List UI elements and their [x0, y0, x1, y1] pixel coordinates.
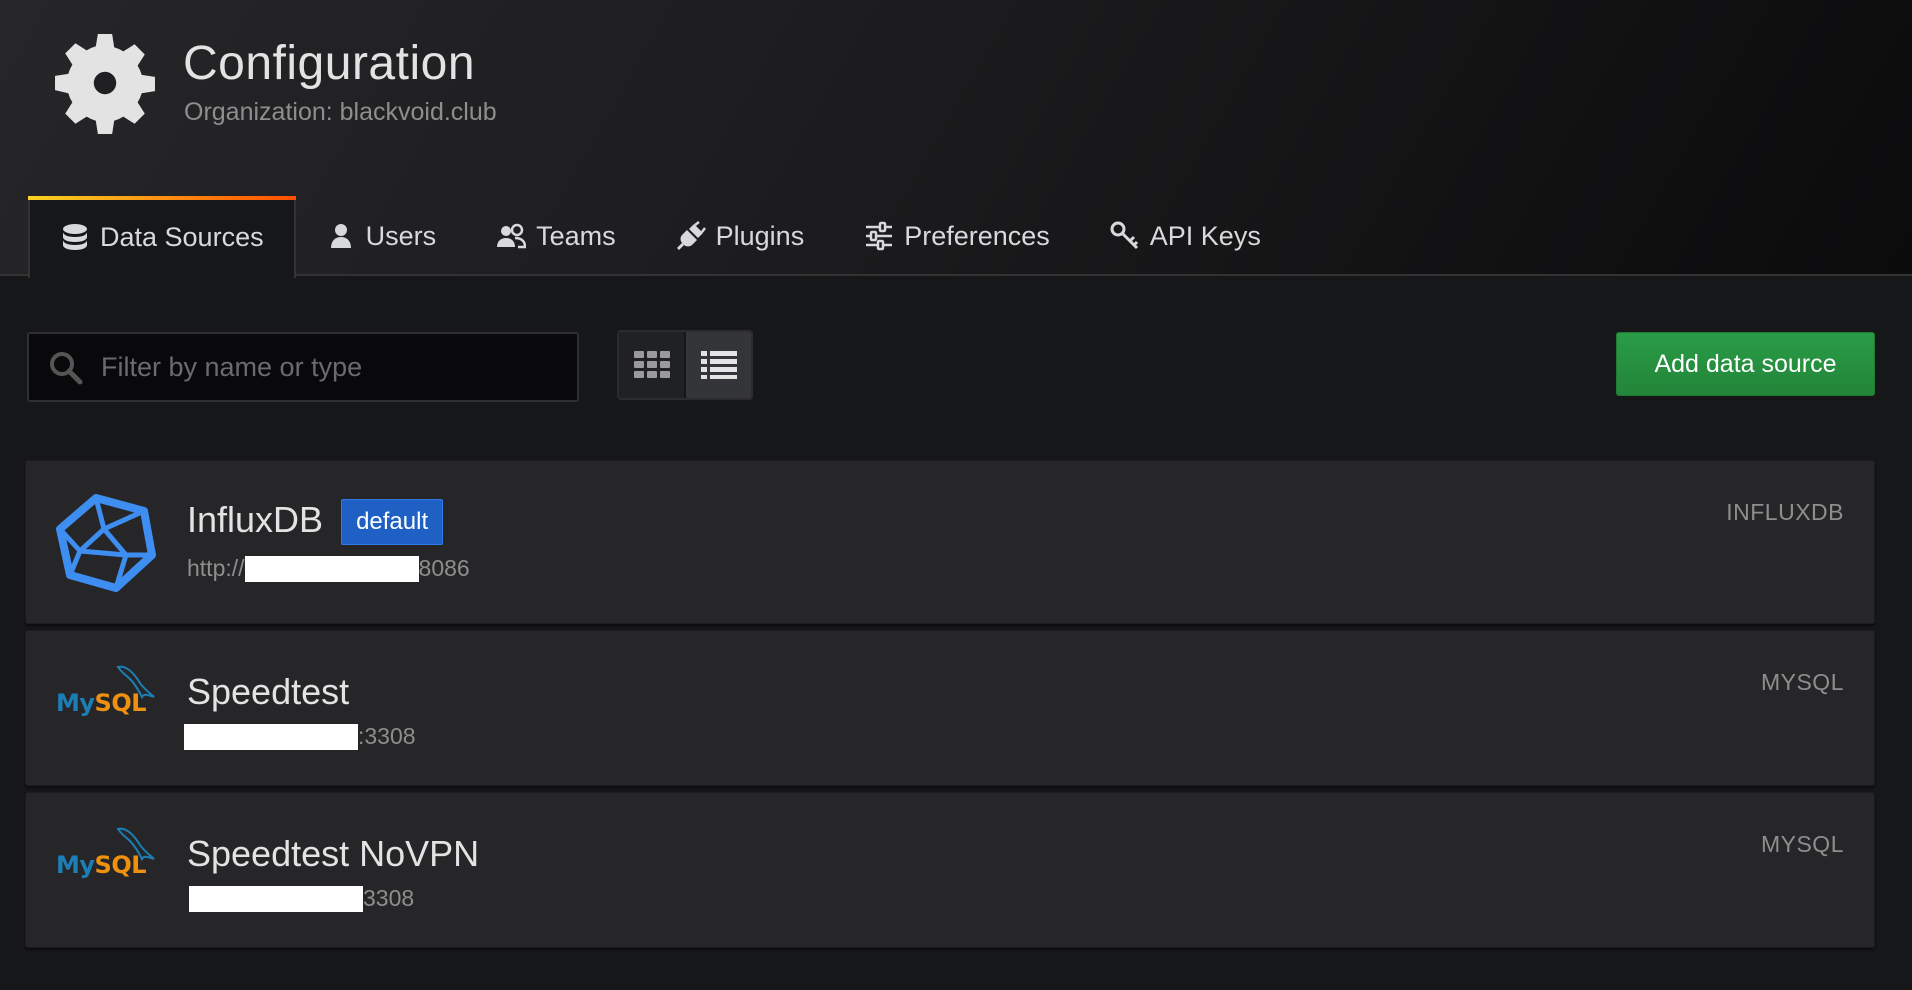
tab-label: API Keys: [1149, 220, 1261, 251]
datasource-type: INFLUXDB: [1726, 499, 1844, 525]
mysql-logo-icon: MySQL: [56, 663, 156, 723]
default-badge: default: [341, 499, 444, 546]
list-icon: [700, 351, 737, 379]
tab-users[interactable]: Users: [296, 196, 467, 276]
tab-data-sources[interactable]: Data Sources: [28, 196, 296, 278]
datasource-card-speedtest[interactable]: MySQL Speedtest :3308 MYSQL: [25, 630, 1875, 786]
mysql-sql-text: SQL: [94, 851, 147, 879]
tab-teams[interactable]: Teams: [466, 196, 646, 276]
redacted-host: [244, 555, 419, 582]
tab-plugins[interactable]: Plugins: [646, 196, 835, 276]
url-suffix: 8086: [418, 555, 470, 581]
database-icon: [60, 222, 90, 252]
list-view-button[interactable]: [686, 332, 751, 398]
datasource-url: 3308: [189, 885, 414, 912]
search-icon: [50, 352, 83, 385]
redacted-host: [189, 885, 363, 912]
user-icon: [326, 221, 356, 251]
mysql-sql-text: SQL: [94, 689, 147, 717]
url-suffix: :3308: [358, 723, 416, 749]
redacted-host: [184, 723, 358, 750]
tab-api-keys[interactable]: API Keys: [1080, 196, 1291, 276]
influxdb-logo-icon: [56, 494, 156, 592]
datasource-url: http:// 8086: [187, 555, 470, 582]
url-suffix: 3308: [363, 885, 415, 911]
datasource-card-speedtest-novpn[interactable]: MySQL Speedtest NoVPN 3308 MYSQL: [25, 792, 1875, 948]
mysql-my-text: My: [56, 851, 95, 879]
mysql-logo-icon: MySQL: [56, 825, 156, 885]
tab-label: Teams: [536, 220, 616, 251]
layout-toggle: [617, 330, 753, 400]
mysql-my-text: My: [56, 689, 95, 717]
add-data-source-button[interactable]: Add data source: [1616, 332, 1875, 396]
gear-icon: [55, 34, 155, 134]
tab-label: Data Sources: [100, 221, 264, 252]
datasource-type: MYSQL: [1760, 831, 1844, 857]
tab-label: Users: [365, 220, 437, 251]
users-icon: [496, 221, 527, 251]
page-subtitle: Organization: blackvoid.club: [184, 98, 497, 126]
tab-label: Plugins: [715, 220, 805, 251]
tab-preferences[interactable]: Preferences: [834, 196, 1080, 276]
datasource-name-text: InfluxDB: [187, 499, 324, 540]
datasource-url: :3308: [184, 723, 416, 750]
tab-label: Preferences: [904, 220, 1050, 251]
search-input[interactable]: [101, 351, 541, 383]
grid-view-button[interactable]: [619, 332, 686, 398]
datasource-name: InfluxDB default: [187, 499, 444, 546]
datasource-name: Speedtest NoVPN: [187, 833, 480, 874]
config-tabs: Data Sources Users Teams Plugins Prefere…: [28, 196, 1291, 278]
sliders-icon: [864, 221, 894, 251]
datasource-card-influxdb[interactable]: InfluxDB default http:// 8086 INFLUXDB: [25, 460, 1875, 624]
page-title: Configuration: [183, 37, 476, 90]
search-box: [27, 332, 579, 402]
datasource-name: Speedtest: [187, 671, 350, 712]
url-prefix: http://: [187, 555, 245, 581]
page-header: Configuration Organization: blackvoid.cl…: [0, 0, 1912, 278]
plug-icon: [676, 221, 706, 251]
key-icon: [1110, 221, 1140, 251]
datasource-type: MYSQL: [1760, 669, 1844, 695]
grid-icon: [633, 351, 670, 378]
